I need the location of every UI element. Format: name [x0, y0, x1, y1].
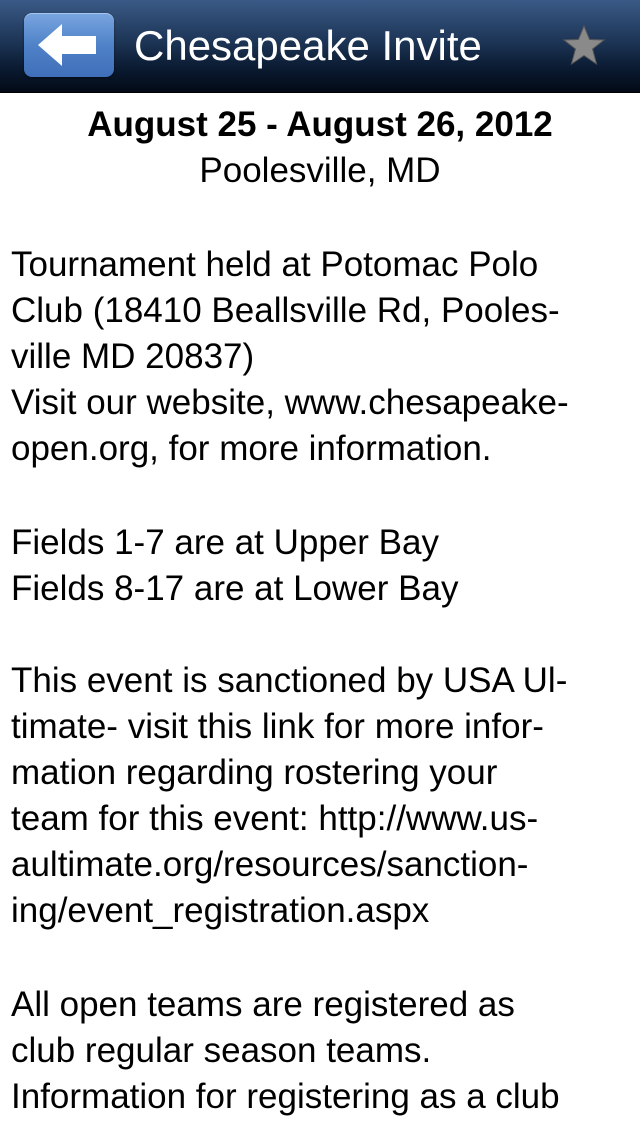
website-line: open.org, for more information. [11, 429, 492, 468]
registration-line: club regular season teams. [11, 1031, 432, 1070]
website-line: Visit our website, www.chesapeake- [11, 383, 569, 422]
description-line: Tournament held at Potomac Polo [11, 245, 539, 284]
sanction-line: This event is sanctioned by USA Ul- [11, 661, 568, 700]
back-arrow-icon [38, 24, 96, 66]
registration-line: All open teams are registered as [11, 985, 515, 1024]
sanction-link-line: aultimate.org/resources/sanction- [11, 845, 529, 884]
sanction-line: timate- visit this link for more infor- [11, 707, 544, 746]
description-line: ville MD 20837) [11, 337, 255, 376]
page-title: Chesapeake Invite [134, 22, 482, 69]
description-line: Club (18410 Beallsville Rd, Pooles- [11, 291, 560, 330]
event-date: August 25 - August 26, 2012 [87, 105, 553, 144]
navigation-bar: Chesapeake Invite [0, 0, 640, 92]
back-button[interactable] [24, 13, 114, 77]
star-icon [562, 24, 606, 66]
event-details: August 25 - August 26, 2012 Poolesville,… [0, 92, 640, 1136]
registration-line: Information for registering as a club [11, 1077, 560, 1116]
fields-line: Fields 1-7 are at Upper Bay [11, 523, 439, 562]
sanction-line: team for this event: http://www.us- [11, 799, 539, 838]
sanction-line: mation regarding rostering your [11, 753, 498, 792]
favorite-button[interactable] [562, 24, 606, 68]
sanction-link-line: ing/event_registration.aspx [11, 891, 430, 930]
event-location: Poolesville, MD [199, 151, 441, 190]
fields-line: Fields 8-17 are at Lower Bay [11, 569, 459, 608]
